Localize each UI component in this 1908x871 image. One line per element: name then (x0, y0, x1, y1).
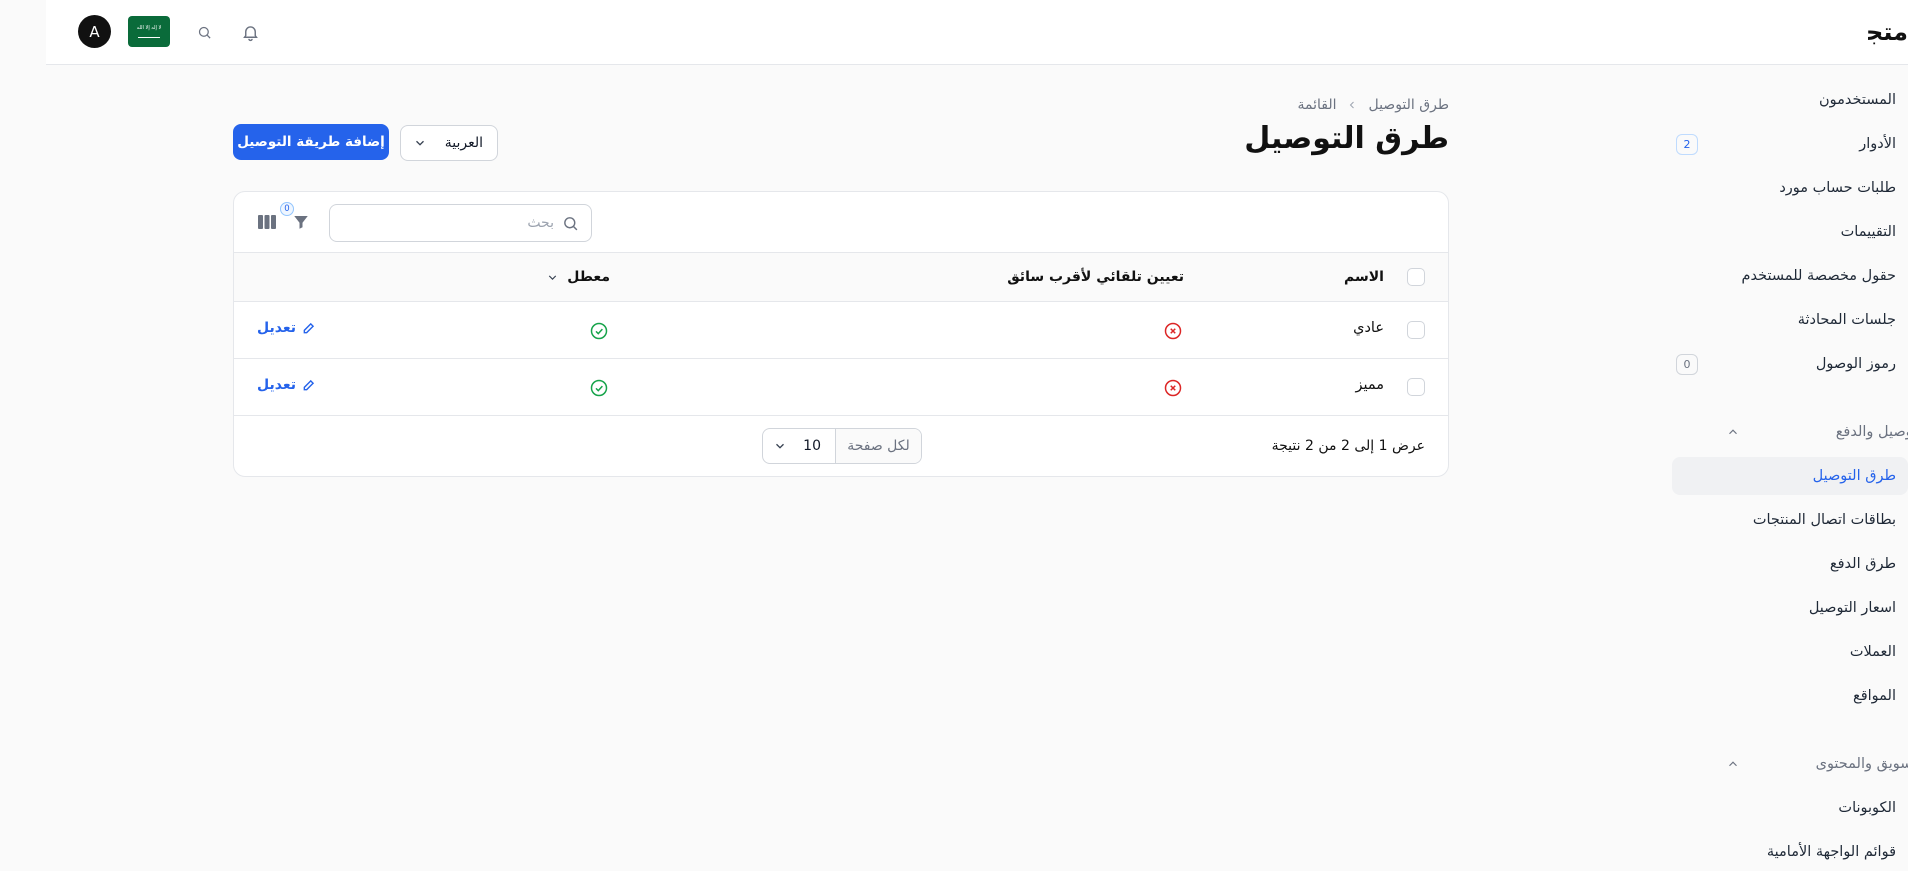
sidebar-item-currencies[interactable]: العملات (1660, 633, 1896, 671)
search-icon (564, 216, 578, 230)
avatar-letter: A (89, 22, 100, 41)
search-placeholder: بحث (527, 215, 554, 231)
sidebar-item-chat-sessions[interactable]: جلسات المحادثة (1660, 301, 1896, 339)
sidebar-group-label: التوصيل والدفع (1835, 424, 1908, 440)
tokens-count-badge: 0 (1676, 354, 1698, 375)
breadcrumb-item-delivery-methods[interactable]: طرق التوصيل (1368, 97, 1449, 113)
language-select[interactable]: العربية (400, 125, 498, 161)
chevron-left-icon (1350, 101, 1355, 109)
column-header-disabled[interactable]: معطل (546, 269, 610, 285)
sidebar-item-label: الكوبونات (1838, 800, 1896, 816)
top-bar: A لا إله إلا الله متجري (46, 0, 1908, 65)
sidebar-item-vendor-requests[interactable]: طلبات حساب مورد (1660, 169, 1896, 207)
sidebar-item-payment-methods[interactable]: طرق الدفع (1660, 545, 1896, 583)
filter-icon[interactable] (292, 213, 310, 231)
sidebar-item-access-tokens[interactable]: رموز الوصول 0 (1660, 345, 1896, 383)
row-name: عادي (1353, 320, 1384, 336)
per-page-label: لكل صفحة (835, 429, 921, 463)
language-flag-icon[interactable]: لا إله إلا الله (128, 16, 170, 47)
sidebar-item-product-cards[interactable]: بطاقات اتصال المنتجات (1660, 501, 1896, 539)
sidebar-item-frontend-menus[interactable]: قوائم الواجهة الأمامية (1660, 833, 1896, 871)
x-circle-icon (1164, 379, 1182, 397)
sidebar-item-label: طرق الدفع (1829, 556, 1896, 572)
sidebar-item-label: اسعار التوصيل (1808, 600, 1896, 616)
brand-name[interactable]: متجري (1868, 18, 1908, 46)
breadcrumb: طرق التوصيل القائمة (1297, 97, 1449, 113)
table-header: الاسم تعيين تلقائي لأقرب سائق معطل (234, 253, 1448, 302)
row-name: مميز (1355, 377, 1384, 393)
row-checkbox[interactable] (1407, 321, 1425, 339)
results-summary: عرض 1 إلى 2 من 2 نتيجة (1271, 438, 1425, 454)
edit-label: تعديل (257, 320, 296, 336)
page-title: طرق التوصيل (1244, 121, 1449, 156)
table-toolbar: بحث 0 (234, 192, 1448, 253)
sidebar-item-label: التقييمات (1840, 224, 1896, 240)
delivery-methods-table: بحث 0 الاسم تعيين تلقائي لأقرب سائق معطل… (233, 191, 1449, 477)
column-header-auto-assign[interactable]: تعيين تلقائي لأقرب سائق (1007, 269, 1184, 285)
sidebar-item-coupons[interactable]: الكوبونات (1660, 789, 1896, 827)
sidebar-item-reviews[interactable]: التقييمات (1660, 213, 1896, 251)
sidebar-item-label: طرق التوصيل (1812, 468, 1896, 484)
sidebar-item-locations[interactable]: المواقع (1660, 677, 1896, 715)
sidebar-item-label: العملات (1849, 644, 1896, 660)
edit-link[interactable]: تعديل (257, 320, 316, 336)
per-page-value: 10 (803, 438, 821, 454)
breadcrumb-item-list: القائمة (1297, 97, 1337, 113)
per-page-value-wrap[interactable]: 10 (763, 429, 835, 463)
language-select-value: العربية (444, 135, 483, 151)
flag-sword (138, 37, 160, 38)
search-input[interactable]: بحث (329, 204, 592, 242)
edit-label: تعديل (257, 377, 296, 393)
column-header-name[interactable]: الاسم (1344, 269, 1384, 285)
edit-icon (303, 379, 315, 391)
column-header-label: معطل (567, 269, 610, 285)
flag-text: لا إله إلا الله (136, 25, 162, 31)
sidebar-item-label: حقول مخصصة للمستخدم (1741, 268, 1896, 284)
columns-icon[interactable] (258, 214, 276, 230)
add-delivery-method-button[interactable]: إضافة طريقة التوصيل (233, 124, 389, 160)
table-row: مميز تعديل (234, 359, 1448, 416)
sidebar-item-custom-fields[interactable]: حقول مخصصة للمستخدم (1660, 257, 1896, 295)
user-avatar[interactable]: A (78, 15, 111, 48)
per-page-select[interactable]: لكل صفحة 10 (762, 428, 922, 464)
sidebar: المستخدمون الأدوار 2 طلبات حساب مورد التق… (1660, 65, 1908, 860)
sidebar-item-delivery-rates[interactable]: اسعار التوصيل (1660, 589, 1896, 627)
sidebar-item-label: بطاقات اتصال المنتجات (1752, 512, 1896, 528)
chevron-down-icon (416, 140, 424, 146)
sidebar-group-marketing[interactable]: التسويق والمحتوى (1690, 747, 1908, 781)
sidebar-item-label: قوائم الواجهة الأمامية (1766, 844, 1896, 860)
check-circle-icon (590, 379, 608, 397)
bell-icon[interactable] (238, 20, 262, 44)
sort-chevron-icon (549, 274, 557, 280)
table-row: عادي تعديل (234, 302, 1448, 359)
chevron-down-icon (776, 443, 784, 449)
search-icon[interactable] (192, 20, 216, 44)
sidebar-group-delivery-payment[interactable]: التوصيل والدفع (1690, 415, 1908, 449)
chevron-up-icon (1729, 429, 1737, 435)
roles-count-badge: 2 (1676, 134, 1698, 155)
x-circle-icon (1164, 322, 1182, 340)
edit-link[interactable]: تعديل (257, 377, 316, 393)
chevron-up-icon (1729, 761, 1737, 767)
sidebar-item-label: طلبات حساب مورد (1779, 180, 1896, 196)
edit-icon (303, 322, 315, 334)
sidebar-item-label: جلسات المحادثة (1797, 312, 1896, 328)
sidebar-group-label: التسويق والمحتوى (1815, 756, 1908, 772)
sidebar-item-roles[interactable]: الأدوار 2 (1660, 125, 1896, 163)
sidebar-item-delivery-methods[interactable]: طرق التوصيل (1672, 457, 1908, 495)
sidebar-item-users[interactable]: المستخدمون (1660, 81, 1896, 119)
sidebar-item-label: رموز الوصول (1815, 356, 1896, 372)
filter-count-badge: 0 (280, 202, 294, 216)
sidebar-item-label: المواقع (1853, 688, 1896, 704)
sidebar-item-label: الأدوار (1859, 136, 1896, 152)
row-checkbox[interactable] (1407, 378, 1425, 396)
check-circle-icon (590, 322, 608, 340)
sidebar-item-label: المستخدمون (1818, 92, 1896, 108)
select-all-checkbox[interactable] (1407, 268, 1425, 286)
table-footer: عرض 1 إلى 2 من 2 نتيجة لكل صفحة 10 (234, 416, 1448, 476)
